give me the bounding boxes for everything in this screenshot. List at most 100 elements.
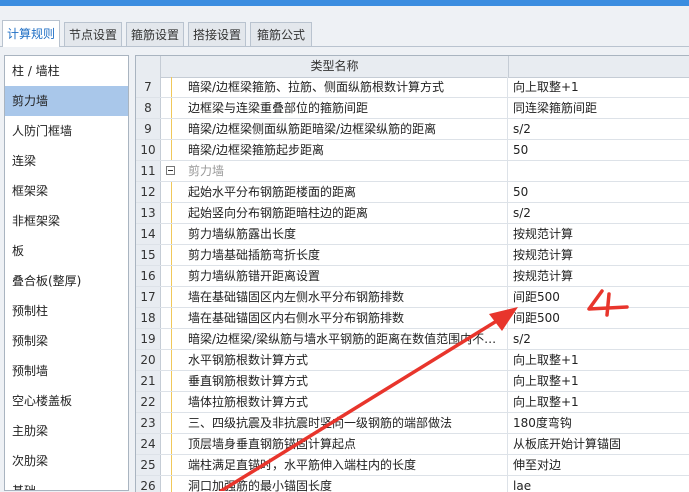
table-row[interactable]: 19 暗梁/边框梁/梁纵筋与墙水平钢筋的距离在数值范围内不… s/2 — [136, 329, 689, 350]
row-value[interactable]: s/2 — [509, 119, 689, 139]
row-number: 10 — [136, 140, 161, 160]
table-row[interactable]: 10 暗梁/边框梁箍筋起步距离 50 — [136, 140, 689, 161]
list-item-civil-defense-door-frame-wall[interactable]: 人防门框墙 — [5, 116, 128, 146]
row-name: 暗梁/边框梁箍筋起步距离 — [161, 140, 508, 160]
row-value[interactable]: 180度弯钩 — [509, 413, 689, 433]
table-row[interactable]: 9 暗梁/边框梁侧面纵筋距暗梁/边框梁纵筋的距离 s/2 — [136, 119, 689, 140]
row-name: 墙体拉筋根数计算方式 — [161, 392, 508, 412]
table-row[interactable]: 8 边框梁与连梁重叠部位的箍筋间距 同连梁箍筋间距 — [136, 98, 689, 119]
row-number: 15 — [136, 245, 161, 265]
list-item-non-frame-beam[interactable]: 非框架梁 — [5, 206, 128, 236]
table-group-row-shear-wall[interactable]: 11 剪力墙 — [136, 161, 689, 182]
row-value[interactable]: 按规范计算 — [509, 245, 689, 265]
table-row[interactable]: 23 三、四级抗震及非抗震时竖向一级钢筋的端部做法 180度弯钩 — [136, 413, 689, 434]
list-item-secondary-rib-beam[interactable]: 次肋梁 — [5, 446, 128, 476]
tab-calc-rules[interactable]: 计算规则 — [2, 20, 60, 47]
row-value[interactable]: 向上取整+1 — [509, 77, 689, 97]
row-group-name: 剪力墙 — [161, 161, 508, 181]
row-name: 墙在基础锚固区内左侧水平分布钢筋排数 — [161, 287, 508, 307]
row-number: 13 — [136, 203, 161, 223]
row-value[interactable]: 向上取整+1 — [509, 371, 689, 391]
row-number: 17 — [136, 287, 161, 307]
row-value[interactable]: lae — [509, 476, 689, 492]
table-row[interactable]: 21 垂直钢筋根数计算方式 向上取整+1 — [136, 371, 689, 392]
row-number: 9 — [136, 119, 161, 139]
row-value[interactable]: 间距500 — [509, 287, 689, 307]
list-item-precast-beam[interactable]: 预制梁 — [5, 326, 128, 356]
row-number: 12 — [136, 182, 161, 202]
table-row[interactable]: 12 起始水平分布钢筋距楼面的距离 50 — [136, 182, 689, 203]
row-name: 顶层墙身垂直钢筋锚固计算起点 — [161, 434, 508, 454]
row-value[interactable]: 伸至对边 — [509, 455, 689, 475]
list-item-shear-wall[interactable]: 剪力墙 — [5, 86, 128, 116]
list-item-coupling-beam[interactable]: 连梁 — [5, 146, 128, 176]
row-name: 垂直钢筋根数计算方式 — [161, 371, 508, 391]
row-name: 剪力墙基础插筋弯折长度 — [161, 245, 508, 265]
list-item-main-rib-beam[interactable]: 主肋梁 — [5, 416, 128, 446]
tab-node-settings[interactable]: 节点设置 — [64, 22, 122, 46]
row-value[interactable]: 向上取整+1 — [509, 392, 689, 412]
table-row[interactable]: 24 顶层墙身垂直钢筋锚固计算起点 从板底开始计算锚固 — [136, 434, 689, 455]
row-value[interactable]: 向上取整+1 — [509, 350, 689, 370]
row-number: 26 — [136, 476, 161, 492]
table-row[interactable]: 17 墙在基础锚固区内左侧水平分布钢筋排数 间距500 — [136, 287, 689, 308]
row-name: 边框梁与连梁重叠部位的箍筋间距 — [161, 98, 508, 118]
table-row[interactable]: 22 墙体拉筋根数计算方式 向上取整+1 — [136, 392, 689, 413]
group-label: 剪力墙 — [188, 164, 225, 178]
row-value[interactable]: 50 — [509, 182, 689, 202]
list-item-column-wall-column[interactable]: 柱 / 墙柱 — [5, 56, 128, 86]
grid-header: 类型名称 — [136, 56, 689, 78]
table-row[interactable]: 15 剪力墙基础插筋弯折长度 按规范计算 — [136, 245, 689, 266]
row-name: 起始竖向分布钢筋距暗柱边的距离 — [161, 203, 508, 223]
row-name: 剪力墙纵筋错开距离设置 — [161, 266, 508, 286]
row-value[interactable]: s/2 — [509, 203, 689, 223]
row-number: 7 — [136, 77, 161, 97]
tab-lap-settings[interactable]: 搭接设置 — [188, 22, 246, 46]
table-row[interactable]: 25 端柱满足直锚时，水平筋伸入端柱内的长度 伸至对边 — [136, 455, 689, 476]
row-name: 暗梁/边框梁/梁纵筋与墙水平钢筋的距离在数值范围内不… — [161, 329, 508, 349]
list-item-foundation[interactable]: 基础 — [5, 476, 128, 490]
row-number: 25 — [136, 455, 161, 475]
row-name: 洞口加强筋的最小锚固长度 — [161, 476, 508, 492]
row-number: 8 — [136, 98, 161, 118]
tab-stirrup-formula[interactable]: 箍筋公式 — [250, 22, 312, 46]
row-value[interactable]: 同连梁箍筋间距 — [509, 98, 689, 118]
row-number: 23 — [136, 413, 161, 433]
row-value[interactable]: 按规范计算 — [509, 224, 689, 244]
table-row[interactable]: 16 剪力墙纵筋错开距离设置 按规范计算 — [136, 266, 689, 287]
row-value[interactable]: 从板底开始计算锚固 — [509, 434, 689, 454]
grid-header-type-name: 类型名称 — [161, 56, 509, 77]
row-number: 16 — [136, 266, 161, 286]
table-row[interactable]: 7 暗梁/边框梁箍筋、拉筋、侧面纵筋根数计算方式 向上取整+1 — [136, 77, 689, 98]
row-value[interactable]: 50 — [509, 140, 689, 160]
table-row[interactable]: 20 水平钢筋根数计算方式 向上取整+1 — [136, 350, 689, 371]
row-number: 20 — [136, 350, 161, 370]
row-name: 水平钢筋根数计算方式 — [161, 350, 508, 370]
tab-stirrup-settings[interactable]: 箍筋设置 — [126, 22, 184, 46]
table-row[interactable]: 14 剪力墙纵筋露出长度 按规范计算 — [136, 224, 689, 245]
collapse-icon[interactable] — [166, 166, 175, 175]
rules-grid: 类型名称 7 暗梁/边框梁箍筋、拉筋、侧面纵筋根数计算方式 向上取整+1 8 边… — [135, 55, 689, 492]
row-number: 18 — [136, 308, 161, 328]
row-value — [509, 161, 689, 181]
list-item-slab[interactable]: 板 — [5, 236, 128, 266]
window-top-accent-bar — [0, 0, 689, 6]
component-type-list: 柱 / 墙柱 剪力墙 人防门框墙 连梁 框架梁 非框架梁 板 叠合板(整厚) 预… — [4, 55, 129, 491]
table-row[interactable]: 18 墙在基础锚固区内右侧水平分布钢筋排数 间距500 — [136, 308, 689, 329]
row-name: 三、四级抗震及非抗震时竖向一级钢筋的端部做法 — [161, 413, 508, 433]
tab-bar: 计算规则 节点设置 箍筋设置 搭接设置 箍筋公式 — [0, 20, 689, 47]
list-item-precast-wall[interactable]: 预制墙 — [5, 356, 128, 386]
table-row[interactable]: 13 起始竖向分布钢筋距暗柱边的距离 s/2 — [136, 203, 689, 224]
row-number: 19 — [136, 329, 161, 349]
row-name: 暗梁/边框梁箍筋、拉筋、侧面纵筋根数计算方式 — [161, 77, 508, 97]
list-item-composite-slab[interactable]: 叠合板(整厚) — [5, 266, 128, 296]
table-row[interactable]: 26 洞口加强筋的最小锚固长度 lae — [136, 476, 689, 492]
row-value[interactable]: 按规范计算 — [509, 266, 689, 286]
list-item-precast-column[interactable]: 预制柱 — [5, 296, 128, 326]
list-item-frame-beam[interactable]: 框架梁 — [5, 176, 128, 206]
row-value[interactable]: s/2 — [509, 329, 689, 349]
row-name: 墙在基础锚固区内右侧水平分布钢筋排数 — [161, 308, 508, 328]
row-value[interactable]: 间距500 — [509, 308, 689, 328]
list-item-hollow-floor-slab[interactable]: 空心楼盖板 — [5, 386, 128, 416]
row-name: 起始水平分布钢筋距楼面的距离 — [161, 182, 508, 202]
